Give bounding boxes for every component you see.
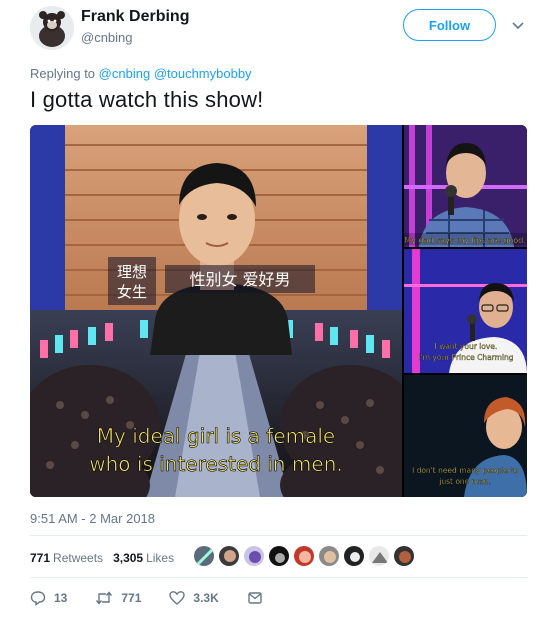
side3-subtitle-line1: I don't need many people to bbox=[412, 466, 518, 475]
side1-subtitle: My dad says my lips are good. bbox=[404, 236, 526, 245]
caption-cn-1: 理想 bbox=[117, 263, 147, 281]
tweet-text: I gotta watch this show! bbox=[30, 87, 264, 112]
retweets-stat[interactable]: 771 Retweets bbox=[30, 551, 103, 565]
caption-cn-2: 女生 bbox=[117, 283, 147, 301]
liker-avatar[interactable] bbox=[243, 545, 265, 567]
author-handle[interactable]: @cnbing bbox=[81, 30, 133, 45]
liker-avatar[interactable] bbox=[268, 545, 290, 567]
heart-icon bbox=[169, 591, 186, 605]
liker-avatar[interactable] bbox=[318, 545, 340, 567]
retweet-button[interactable]: 771 bbox=[95, 590, 141, 606]
author-avatar[interactable] bbox=[30, 6, 74, 50]
media-side-image-2[interactable]: I want your love. I'm your Prince Charmi… bbox=[404, 249, 527, 373]
side2-subtitle-line1: I want your love. bbox=[435, 342, 498, 351]
envelope-icon bbox=[248, 592, 262, 604]
replying-to-label: Replying to bbox=[30, 66, 96, 81]
author-name[interactable]: Frank Derbing bbox=[81, 8, 189, 26]
retweet-count: 771 bbox=[121, 591, 142, 605]
liker-avatar[interactable] bbox=[218, 545, 240, 567]
follow-button[interactable]: Follow bbox=[403, 9, 496, 41]
media-main-image[interactable]: 理想 女生 性别女 爱好男 My ideal girl is a female … bbox=[30, 125, 402, 497]
retweets-count: 771 bbox=[30, 551, 51, 565]
replying-to-line: Replying to @cnbing @touchmybobby bbox=[30, 66, 252, 81]
likes-count: 3,305 bbox=[113, 551, 144, 565]
liker-avatar[interactable] bbox=[368, 545, 390, 567]
reply-button[interactable]: 13 bbox=[30, 590, 67, 606]
liker-avatar[interactable] bbox=[343, 545, 365, 567]
divider bbox=[30, 535, 527, 536]
liker-avatars bbox=[193, 545, 418, 567]
tweet-stats: 771 Retweets 3,305 Likes bbox=[30, 547, 184, 569]
divider bbox=[30, 577, 527, 578]
side3-subtitle-line2: just one man. bbox=[438, 477, 490, 486]
likes-label: Likes bbox=[146, 551, 175, 565]
liker-avatar[interactable] bbox=[193, 545, 215, 567]
media-side-image-3[interactable]: I don't need many people to just one man… bbox=[404, 375, 527, 497]
tweet-header: Frank Derbing @cnbing Follow bbox=[30, 6, 530, 50]
tweet-actions: 13 771 3.3K bbox=[30, 590, 299, 606]
tweet-timestamp[interactable]: 9:51 AM - 2 Mar 2018 bbox=[30, 511, 155, 526]
liker-avatar[interactable] bbox=[393, 545, 415, 567]
side2-subtitle-line2: I'm your Prince Charming bbox=[418, 353, 513, 362]
mention-link[interactable]: @touchmybobby bbox=[154, 66, 252, 81]
direct-message-button[interactable] bbox=[247, 590, 271, 606]
liker-avatar[interactable] bbox=[293, 545, 315, 567]
media-side-image-1[interactable]: My dad says my lips are good. bbox=[404, 125, 527, 247]
like-button[interactable]: 3.3K bbox=[169, 590, 219, 606]
tweet-media[interactable]: 理想 女生 性别女 爱好男 My ideal girl is a female … bbox=[30, 125, 527, 497]
like-count: 3.3K bbox=[193, 591, 219, 605]
main-subtitle-line1: My ideal girl is a female bbox=[97, 424, 335, 448]
chevron-down-icon[interactable] bbox=[510, 17, 526, 33]
reply-count: 13 bbox=[54, 591, 68, 605]
caption-cn-3: 性别女 爱好男 bbox=[189, 270, 290, 289]
main-subtitle-line2: who is interested in men. bbox=[89, 452, 342, 476]
likes-stat[interactable]: 3,305 Likes bbox=[113, 551, 174, 565]
mention-link[interactable]: @cnbing bbox=[99, 66, 151, 81]
retweets-label: Retweets bbox=[53, 551, 104, 565]
reply-icon bbox=[30, 591, 46, 606]
retweet-icon bbox=[96, 591, 113, 605]
